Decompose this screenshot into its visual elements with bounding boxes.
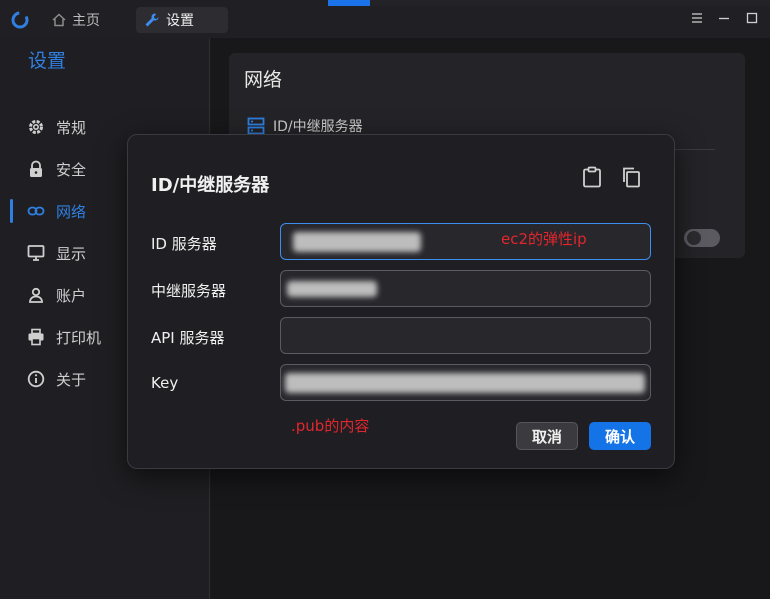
info-icon [26,369,46,389]
sidebar-item-label: 常规 [56,118,87,137]
wrench-icon [144,12,160,28]
network-toggle[interactable] [684,229,720,247]
gear-icon [26,117,46,137]
id-relay-server-dialog: ID/中继服务器 ID 服务器 ec2的弹性ip 中继服务器 API 服务器 K… [127,134,675,469]
tab-home-label: 主页 [72,13,100,29]
tab-settings-label: 设置 [166,13,194,29]
menu-icon[interactable] [689,12,705,28]
api-server-input[interactable] [280,317,651,354]
confirm-button[interactable]: 确认 [589,422,651,450]
key-label: Key [151,374,179,392]
person-icon [26,285,46,305]
lock-icon [26,159,46,179]
sidebar-item-label: 打印机 [56,328,102,347]
id-server-annotation: ec2的弹性ip [501,230,587,248]
dialog-title: ID/中继服务器 [151,175,270,196]
printer-icon [26,327,46,347]
id-relay-server-row[interactable]: ID/中继服务器 [247,116,363,136]
clipboard-icon [582,166,602,192]
id-server-input[interactable] [280,223,651,260]
api-server-label: API 服务器 [151,329,225,347]
relay-server-field[interactable] [281,271,650,306]
maximize-icon[interactable] [744,12,760,28]
sidebar-item-label: 网络 [56,202,87,221]
cancel-button[interactable]: 取消 [516,422,578,450]
sidebar-item-label: 显示 [56,244,87,263]
id-server-label: ID 服务器 [151,235,217,253]
relay-server-label: 中继服务器 [151,282,227,300]
relay-server-input[interactable] [280,270,651,307]
copy-button[interactable] [619,167,643,191]
key-field[interactable] [281,365,650,400]
id-server-field[interactable] [281,224,650,259]
paste-button[interactable] [580,166,604,192]
minimize-icon[interactable] [716,12,732,28]
app-logo-icon [10,10,30,30]
sidebar-item-label: 安全 [56,160,87,179]
title-bar: 主页 设置 [0,0,770,38]
link-icon [26,201,46,221]
tab-home[interactable]: 主页 [44,7,108,33]
tab-settings[interactable]: 设置 [136,7,228,33]
monitor-icon [26,243,46,263]
key-input[interactable] [280,364,651,401]
sidebar-item-label: 关于 [56,370,87,389]
background-window-strip [328,0,770,6]
copy-icon [621,166,641,192]
sidebar-item-label: 账户 [56,286,87,305]
id-relay-server-row-label: ID/中继服务器 [273,119,363,135]
background-window-accent [328,0,370,6]
api-server-field[interactable] [281,318,650,353]
sidebar-title: 设置 [28,50,67,72]
server-icon [247,117,265,135]
network-card-title: 网络 [244,69,283,91]
home-icon [52,13,66,27]
key-annotation: .pub的内容 [291,417,370,435]
